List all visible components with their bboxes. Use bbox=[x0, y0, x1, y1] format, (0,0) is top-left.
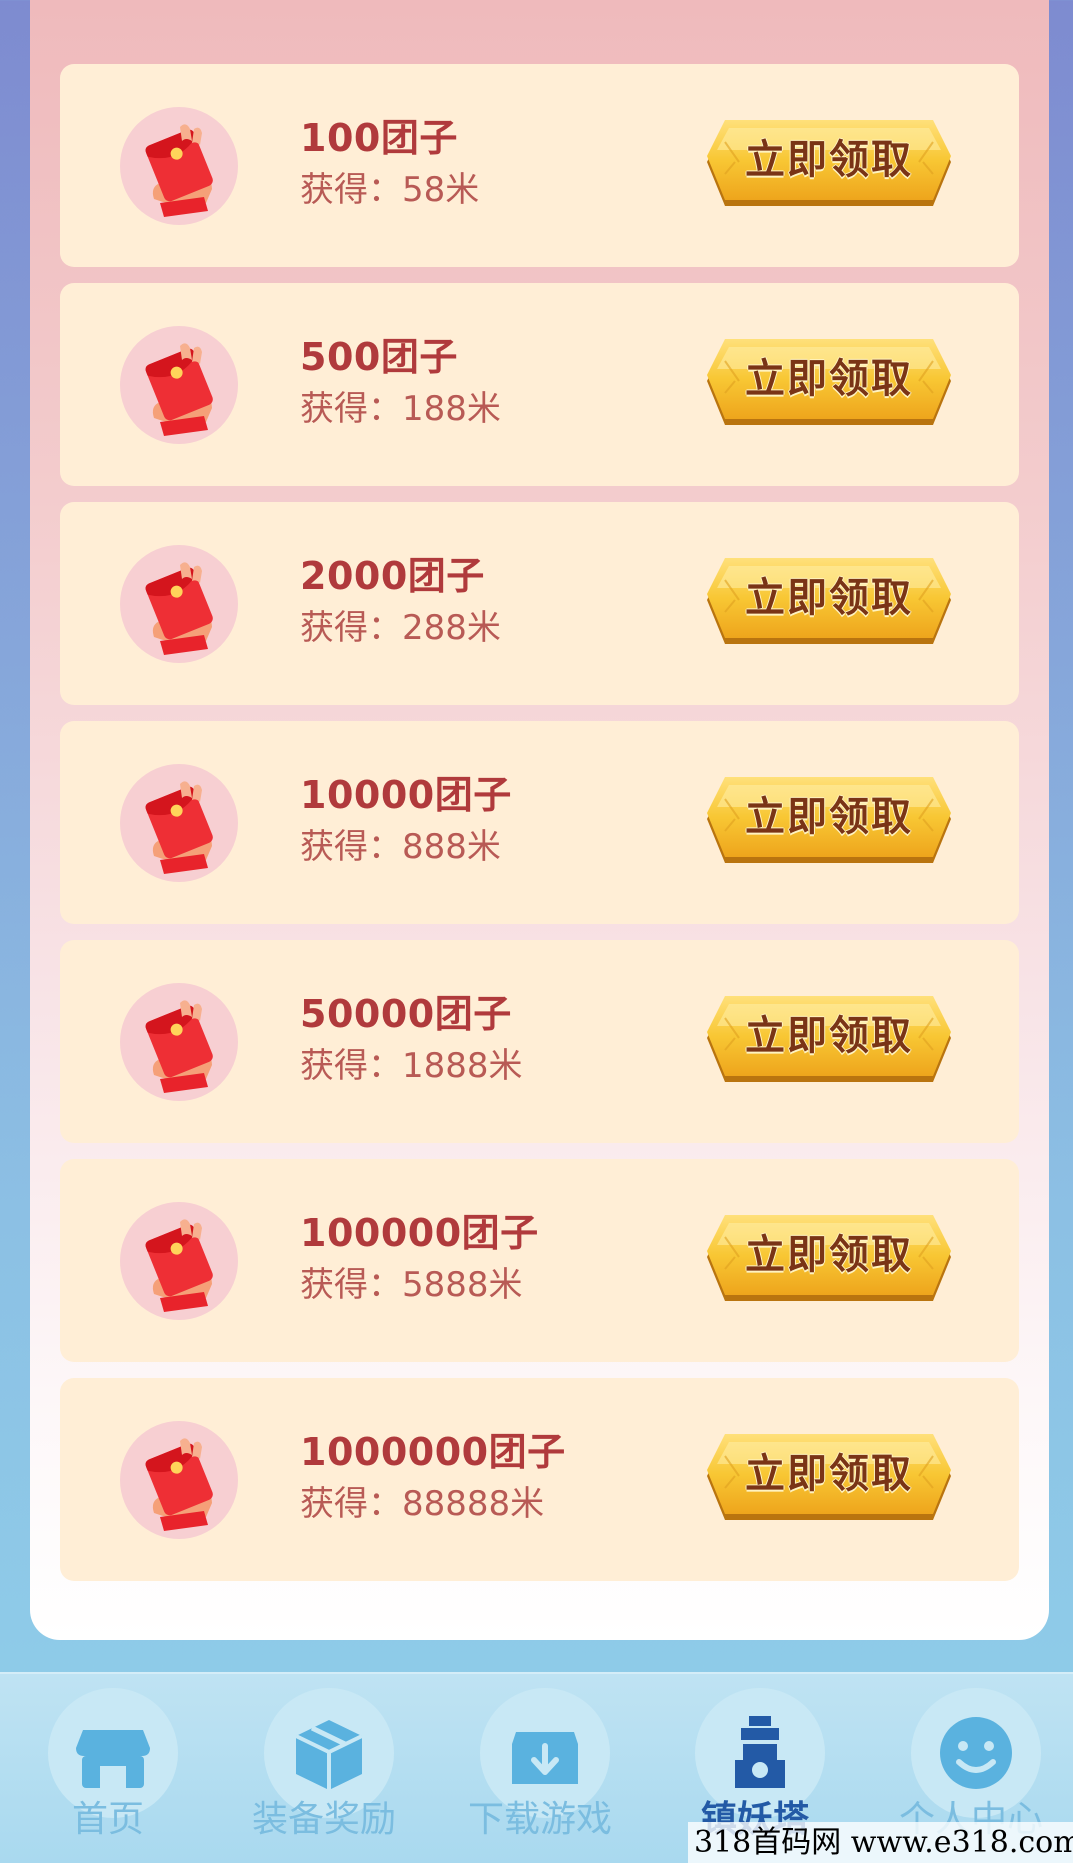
reward-texts: 50000团子 获得：1888米 bbox=[300, 992, 523, 1088]
reward-card: 500团子 获得：188米 立即领取 bbox=[60, 283, 1019, 486]
reward-card: 10000团子 获得：888米 立即领取 bbox=[60, 721, 1019, 924]
reward-card: 50000团子 获得：1888米 立即领取 bbox=[60, 940, 1019, 1143]
dumpling-amount: 500团子 bbox=[300, 335, 458, 379]
red-envelope-icon bbox=[120, 1202, 238, 1320]
claim-button[interactable]: 立即领取 bbox=[705, 556, 953, 648]
red-envelope-icon bbox=[120, 764, 238, 882]
reward-value: 获得：288米 bbox=[300, 608, 501, 648]
claim-button[interactable]: 立即领取 bbox=[705, 118, 953, 210]
red-envelope-icon bbox=[120, 107, 238, 225]
claim-button-label: 立即领取 bbox=[745, 1232, 913, 1278]
dumpling-amount: 1000000团子 bbox=[300, 1430, 566, 1474]
dumpling-amount: 50000团子 bbox=[300, 992, 512, 1036]
dumpling-amount: 100团子 bbox=[300, 116, 458, 160]
red-envelope-icon bbox=[120, 983, 238, 1101]
reward-value: 获得：5888米 bbox=[300, 1265, 523, 1305]
tab-home[interactable]: 首页 bbox=[23, 1674, 193, 1863]
tab-label: 下载游戏 bbox=[467, 1799, 612, 1840]
reward-card: 100000团子 获得：5888米 立即领取 bbox=[60, 1159, 1019, 1362]
red-envelope-icon bbox=[120, 326, 238, 444]
reward-value: 获得：58米 bbox=[300, 170, 480, 210]
tab-download-games[interactable]: 下载游戏 bbox=[455, 1674, 625, 1863]
dumpling-amount: 2000团子 bbox=[300, 554, 485, 598]
tab-label: 装备奖励 bbox=[251, 1799, 396, 1840]
reward-card: 2000团子 获得：288米 立即领取 bbox=[60, 502, 1019, 705]
claim-button[interactable]: 立即领取 bbox=[705, 994, 953, 1086]
reward-card: 1000000团子 获得：88888米 立即领取 bbox=[60, 1378, 1019, 1581]
red-envelope-icon bbox=[120, 545, 238, 663]
reward-value: 获得：1888米 bbox=[300, 1046, 523, 1086]
tab-label: 首页 bbox=[71, 1799, 144, 1840]
claim-button-label: 立即领取 bbox=[745, 137, 913, 183]
reward-texts: 2000团子 获得：288米 bbox=[300, 554, 501, 650]
reward-texts: 1000000团子 获得：88888米 bbox=[300, 1430, 566, 1526]
dumpling-amount: 10000团子 bbox=[300, 773, 512, 817]
reward-texts: 100000团子 获得：5888米 bbox=[300, 1211, 539, 1307]
red-envelope-icon bbox=[120, 1421, 238, 1539]
claim-button-label: 立即领取 bbox=[745, 1451, 913, 1497]
reward-value: 获得：88888米 bbox=[300, 1484, 545, 1524]
dumpling-amount: 100000团子 bbox=[300, 1211, 539, 1255]
claim-button[interactable]: 立即领取 bbox=[705, 775, 953, 867]
reward-value: 获得：888米 bbox=[300, 827, 501, 867]
claim-button-label: 立即领取 bbox=[745, 794, 913, 840]
claim-button[interactable]: 立即领取 bbox=[705, 337, 953, 429]
reward-texts: 10000团子 获得：888米 bbox=[300, 773, 512, 869]
claim-button-label: 立即领取 bbox=[745, 1013, 913, 1059]
reward-texts: 100团子 获得：58米 bbox=[300, 116, 479, 212]
tab-equipment-rewards[interactable]: 装备奖励 bbox=[239, 1674, 409, 1863]
claim-button[interactable]: 立即领取 bbox=[705, 1213, 953, 1305]
reward-texts: 500团子 获得：188米 bbox=[300, 335, 501, 431]
reward-card: 100团子 获得：58米 立即领取 bbox=[60, 64, 1019, 267]
claim-button[interactable]: 立即领取 bbox=[705, 1432, 953, 1524]
reward-value: 获得：188米 bbox=[300, 389, 501, 429]
watermark: 318首码网 www.e318.com bbox=[688, 1822, 1073, 1863]
claim-button-label: 立即领取 bbox=[745, 356, 913, 402]
claim-button-label: 立即领取 bbox=[745, 575, 913, 621]
